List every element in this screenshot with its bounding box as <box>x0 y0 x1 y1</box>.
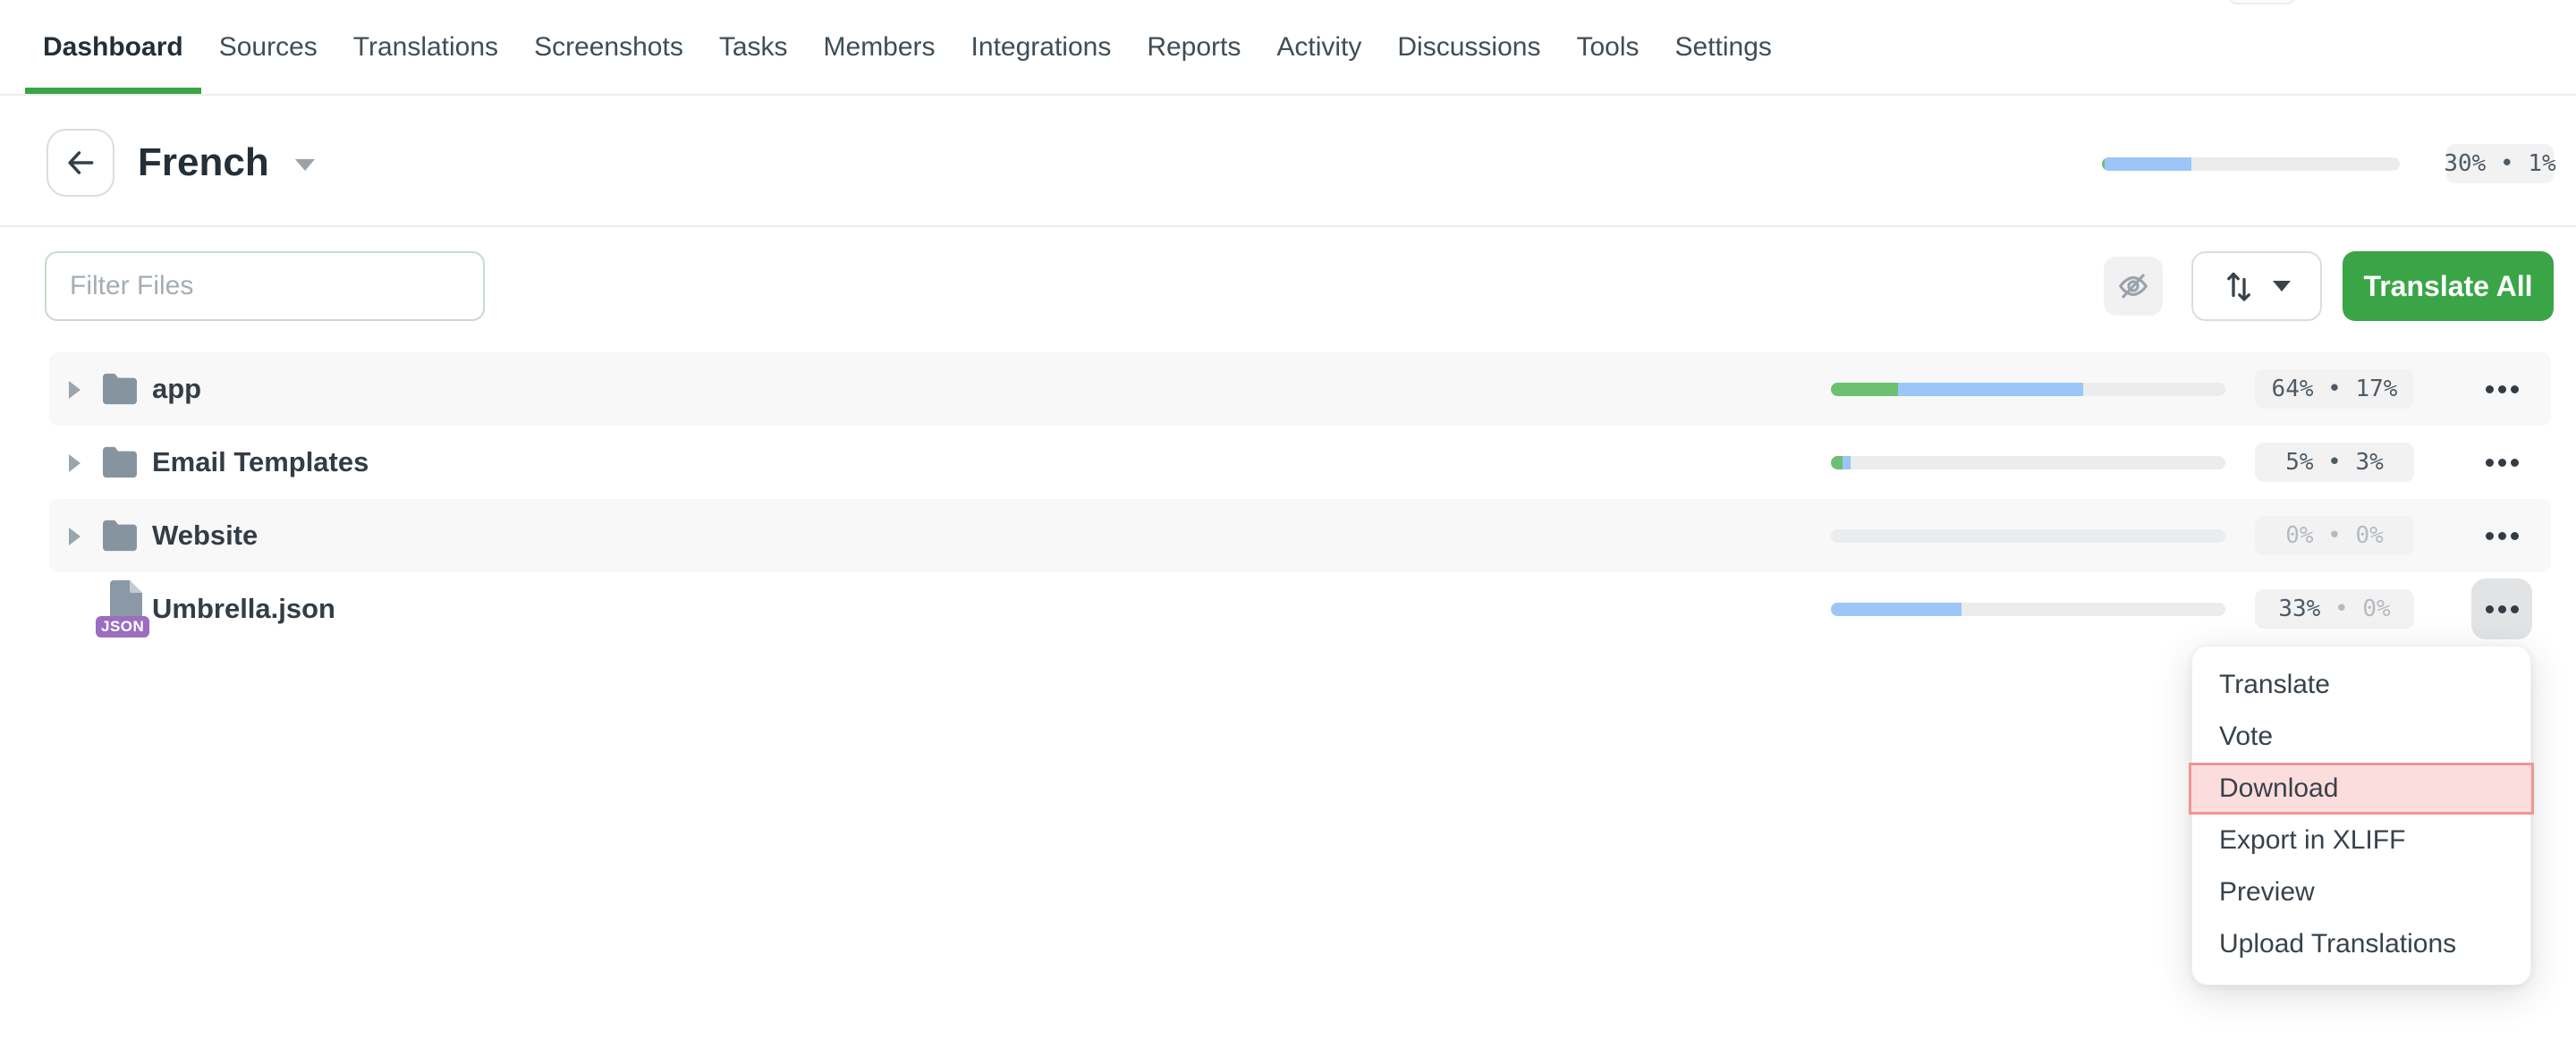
tab-screenshots[interactable]: Screenshots <box>516 0 701 94</box>
menu-item-export-in-xliff[interactable]: Export in XLIFF <box>2192 815 2530 866</box>
ellipsis-icon <box>2486 605 2494 613</box>
file-progress-badge: 64% • 17% <box>2255 369 2414 409</box>
translated-progress-fill <box>1831 603 1962 616</box>
expand-caret-icon[interactable] <box>69 381 80 399</box>
tab-settings[interactable]: Settings <box>1657 0 1790 94</box>
folder-icon <box>99 445 140 479</box>
arrow-left-icon <box>64 146 97 180</box>
expand-caret-icon[interactable] <box>69 454 80 472</box>
filter-files-input[interactable] <box>45 251 485 321</box>
language-progress-badge: 30% • 1% <box>2446 144 2554 183</box>
translated-progress-fill <box>2105 157 2191 171</box>
file-progress-badge: 5% • 3% <box>2255 443 2414 482</box>
back-button[interactable] <box>47 129 114 197</box>
sort-arrows-icon <box>2223 268 2255 304</box>
file-progress-bar <box>1831 383 2225 396</box>
file-row-umbrella-json[interactable]: JSON Umbrella.json 33% • 0% <box>49 572 2551 646</box>
eye-off-icon <box>2116 269 2150 303</box>
file-row-website[interactable]: Website 0% • 0% <box>49 499 2551 572</box>
tab-members[interactable]: Members <box>806 0 953 94</box>
approved-progress-fill <box>1831 456 1843 469</box>
file-row-email-templates[interactable]: Email Templates 5% • 3% <box>49 426 2551 499</box>
expand-caret-icon[interactable] <box>69 528 80 545</box>
tab-tools[interactable]: Tools <box>1558 0 1657 94</box>
row-more-actions-button[interactable] <box>2471 505 2532 566</box>
menu-item-vote[interactable]: Vote <box>2192 711 2530 763</box>
file-progress-badge: 33% • 0% <box>2255 589 2414 629</box>
file-list: app 64% • 17% Email Templates <box>49 352 2551 646</box>
file-name: Umbrella.json <box>152 572 335 646</box>
json-file-icon: JSON <box>101 580 155 638</box>
file-name: app <box>152 352 201 426</box>
translate-all-button[interactable]: Translate All <box>2343 251 2554 321</box>
chevron-down-icon[interactable] <box>295 159 315 171</box>
ellipsis-icon <box>2486 385 2494 393</box>
translated-progress-fill <box>1843 456 1851 469</box>
tab-discussions[interactable]: Discussions <box>1379 0 1558 94</box>
json-badge: JSON <box>96 616 149 638</box>
page-title: French <box>138 129 269 197</box>
file-progress-bar <box>1831 456 2225 469</box>
toggle-hidden-files-button[interactable] <box>2104 257 2163 316</box>
tab-integrations[interactable]: Integrations <box>953 0 1130 94</box>
tab-reports[interactable]: Reports <box>1129 0 1258 94</box>
project-language-dashboard: Dashboard Sources Translations Screensho… <box>0 0 2576 1039</box>
translated-progress-fill <box>1898 383 2083 396</box>
menu-item-preview[interactable]: Preview <box>2192 866 2530 918</box>
cutoff-ui-artifact <box>2229 0 2295 4</box>
chevron-down-icon <box>2273 281 2291 291</box>
file-progress-bar <box>1831 603 2225 616</box>
language-progress-bar <box>2102 157 2400 171</box>
folder-icon <box>99 519 140 553</box>
approved-progress-fill <box>1831 383 1898 396</box>
menu-item-upload-translations[interactable]: Upload Translations <box>2192 918 2530 970</box>
row-more-actions-button[interactable] <box>2471 359 2532 419</box>
menu-item-download[interactable]: Download <box>2189 763 2534 815</box>
top-navigation: Dashboard Sources Translations Screensho… <box>0 0 2576 96</box>
ellipsis-icon <box>2486 532 2494 540</box>
file-name: Email Templates <box>152 426 369 499</box>
tab-tasks[interactable]: Tasks <box>701 0 806 94</box>
header-divider <box>0 225 2576 227</box>
row-more-actions-button[interactable] <box>2471 432 2532 493</box>
folder-icon <box>99 372 140 406</box>
file-row-app[interactable]: app 64% • 17% <box>49 352 2551 426</box>
tab-dashboard[interactable]: Dashboard <box>25 0 201 94</box>
tab-sources[interactable]: Sources <box>201 0 335 94</box>
file-progress-badge: 0% • 0% <box>2255 516 2414 555</box>
file-name: Website <box>152 499 258 572</box>
ellipsis-icon <box>2486 459 2494 467</box>
menu-item-translate[interactable]: Translate <box>2192 659 2530 711</box>
file-progress-bar <box>1831 529 2225 543</box>
sort-button[interactable] <box>2191 251 2322 321</box>
tab-activity[interactable]: Activity <box>1258 0 1379 94</box>
file-actions-menu: Translate Vote Download Export in XLIFF … <box>2191 646 2531 985</box>
row-more-actions-button[interactable] <box>2471 579 2532 639</box>
tab-translations[interactable]: Translations <box>335 0 516 94</box>
